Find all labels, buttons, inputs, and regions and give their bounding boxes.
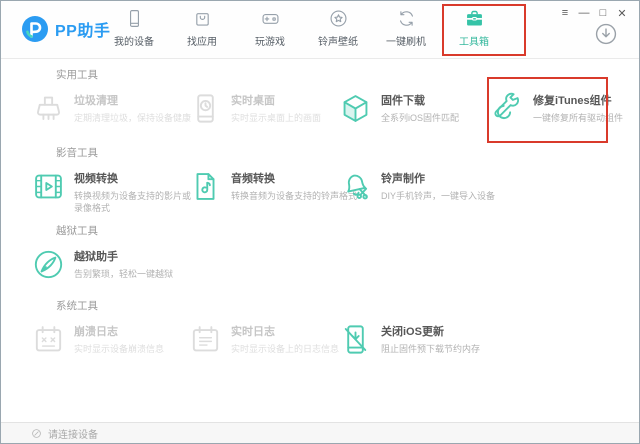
tool-item-repair-itunes[interactable]: 修复iTunes组件一键修复所有驱动组件	[490, 91, 632, 126]
toolbox-page: 实用工具垃圾清理定期清理垃圾，保持设备健康实时桌面实时显示桌面上的画面固件下载全…	[1, 59, 639, 423]
tool-subtitle: 实时显示桌面上的画面	[231, 112, 321, 124]
tool-subtitle: 实时显示设备上的日志信息	[231, 343, 339, 355]
nav-label: 我的设备	[114, 33, 154, 48]
tool-item-video-convert[interactable]: 视频转换转换视频为设备支持的影片或录像格式	[31, 169, 188, 214]
tool-item-live-desktop[interactable]: 实时桌面实时显示桌面上的画面	[188, 91, 338, 126]
nav-label: 工具箱	[459, 33, 489, 48]
tool-row: 崩溃日志实时显示设备崩溃信息实时日志实时显示设备上的日志信息关闭iOS更新阻止固…	[1, 322, 639, 357]
nav-item-find-apps[interactable]: 找应用	[168, 8, 236, 48]
main-nav: 我的设备 找应用 玩游戏 铃声壁纸 一键刷机 工具箱	[100, 8, 508, 48]
live-log-icon	[188, 322, 223, 357]
tool-title: 崩溃日志	[74, 323, 164, 339]
section-title: 实用工具	[56, 67, 639, 82]
video-convert-icon	[31, 169, 66, 204]
tool-item-firmware-download[interactable]: 固件下载全系列iOS固件匹配	[338, 91, 490, 126]
nav-label: 玩游戏	[255, 33, 285, 48]
close-button[interactable]: ✕	[614, 5, 630, 21]
pp-logo-icon	[21, 15, 49, 43]
section: 影音工具视频转换转换视频为设备支持的影片或录像格式音频转换转换音频为设备支持的铃…	[1, 145, 639, 214]
section: 实用工具垃圾清理定期清理垃圾，保持设备健康实时桌面实时显示桌面上的画面固件下载全…	[1, 67, 639, 126]
tool-subtitle: DIY手机铃声，一键导入设备	[381, 190, 495, 202]
star-circle-icon	[328, 8, 349, 29]
tool-item-jailbreak-assistant[interactable]: 越狱助手告别繁琐，轻松一键越狱	[31, 247, 188, 282]
firmware-cube-icon	[338, 91, 373, 126]
tool-item-block-ios-update[interactable]: 关闭iOS更新阻止固件预下载节约内存	[338, 322, 490, 357]
tool-title: 实时桌面	[231, 92, 321, 108]
tool-subtitle: 全系列iOS固件匹配	[381, 112, 459, 124]
nav-item-toolbox[interactable]: 工具箱	[440, 8, 508, 48]
tool-item-audio-convert[interactable]: 音频转换转换音频为设备支持的铃声格式	[188, 169, 338, 214]
live-desktop-icon	[188, 91, 223, 126]
refresh-icon	[396, 8, 417, 29]
nav-item-my-device[interactable]: 我的设备	[100, 8, 168, 48]
tool-title: 关闭iOS更新	[381, 323, 480, 339]
bell-scissors-icon	[338, 169, 373, 204]
nav-item-ringtone-wallpaper[interactable]: 铃声壁纸	[304, 8, 372, 48]
section: 越狱工具越狱助手告别繁琐，轻松一键越狱	[1, 223, 639, 282]
minimize-button[interactable]: —	[576, 5, 592, 21]
section-title: 影音工具	[56, 145, 639, 160]
section: 系统工具崩溃日志实时显示设备崩溃信息实时日志实时显示设备上的日志信息关闭iOS更…	[1, 298, 639, 357]
tool-subtitle: 一键修复所有驱动组件	[533, 112, 623, 124]
tool-title: 铃声制作	[381, 170, 495, 186]
block-update-icon	[338, 322, 373, 357]
topbar: PP助手 我的设备 找应用 玩游戏 铃声壁纸 一键刷机 工具箱 ≡—□✕	[1, 1, 639, 59]
repair-tools-icon	[490, 91, 525, 126]
nav-label: 铃声壁纸	[318, 33, 358, 48]
tool-item-garbage-clean[interactable]: 垃圾清理定期清理垃圾，保持设备健康	[31, 91, 188, 126]
audio-convert-icon	[188, 169, 223, 204]
tool-row: 垃圾清理定期清理垃圾，保持设备健康实时桌面实时显示桌面上的画面固件下载全系列iO…	[1, 91, 639, 126]
tool-title: 垃圾清理	[74, 92, 191, 108]
tool-title: 固件下载	[381, 92, 459, 108]
tool-row: 越狱助手告别繁琐，轻松一键越狱	[1, 247, 639, 282]
tool-title: 实时日志	[231, 323, 339, 339]
crash-log-icon	[31, 322, 66, 357]
nav-label: 找应用	[187, 33, 217, 48]
nav-item-play-games[interactable]: 玩游戏	[236, 8, 304, 48]
app-window: PP助手 我的设备 找应用 玩游戏 铃声壁纸 一键刷机 工具箱 ≡—□✕ 实用工具垃圾清理…	[0, 0, 640, 444]
nav-label: 一键刷机	[386, 33, 426, 48]
app-logo: PP助手	[21, 15, 110, 43]
tool-row: 视频转换转换视频为设备支持的影片或录像格式音频转换转换音频为设备支持的铃声格式铃…	[1, 169, 639, 214]
window-controls: ≡—□✕	[557, 5, 630, 21]
jailbreak-icon	[31, 247, 66, 282]
section-title: 越狱工具	[56, 223, 639, 238]
device-disconnected-icon	[31, 428, 42, 439]
tool-title: 视频转换	[74, 170, 196, 186]
tool-subtitle: 告别繁琐，轻松一键越狱	[74, 268, 173, 280]
status-text: 请连接设备	[48, 426, 98, 441]
gamepad-icon	[260, 8, 281, 29]
download-manager-icon[interactable]	[593, 21, 619, 47]
section-title: 系统工具	[56, 298, 639, 313]
phone-icon	[124, 8, 145, 29]
tool-item-crash-log[interactable]: 崩溃日志实时显示设备崩溃信息	[31, 322, 188, 357]
nav-item-one-key-flash[interactable]: 一键刷机	[372, 8, 440, 48]
broom-icon	[31, 91, 66, 126]
menu-button[interactable]: ≡	[557, 5, 573, 21]
toolbox-icon	[464, 8, 485, 29]
tool-item-live-log[interactable]: 实时日志实时显示设备上的日志信息	[188, 322, 338, 357]
tool-subtitle: 实时显示设备崩溃信息	[74, 343, 164, 355]
statusbar: 请连接设备	[1, 422, 639, 443]
tool-item-ringtone-maker[interactable]: 铃声制作DIY手机铃声，一键导入设备	[338, 169, 490, 214]
tool-title: 越狱助手	[74, 248, 173, 264]
tool-subtitle: 阻止固件预下载节约内存	[381, 343, 480, 355]
tool-subtitle: 定期清理垃圾，保持设备健康	[74, 112, 191, 124]
maximize-button[interactable]: □	[595, 5, 611, 21]
shopping-bag-icon	[192, 8, 213, 29]
tool-subtitle: 转换视频为设备支持的影片或录像格式	[74, 190, 196, 214]
tool-title: 修复iTunes组件	[533, 92, 623, 108]
